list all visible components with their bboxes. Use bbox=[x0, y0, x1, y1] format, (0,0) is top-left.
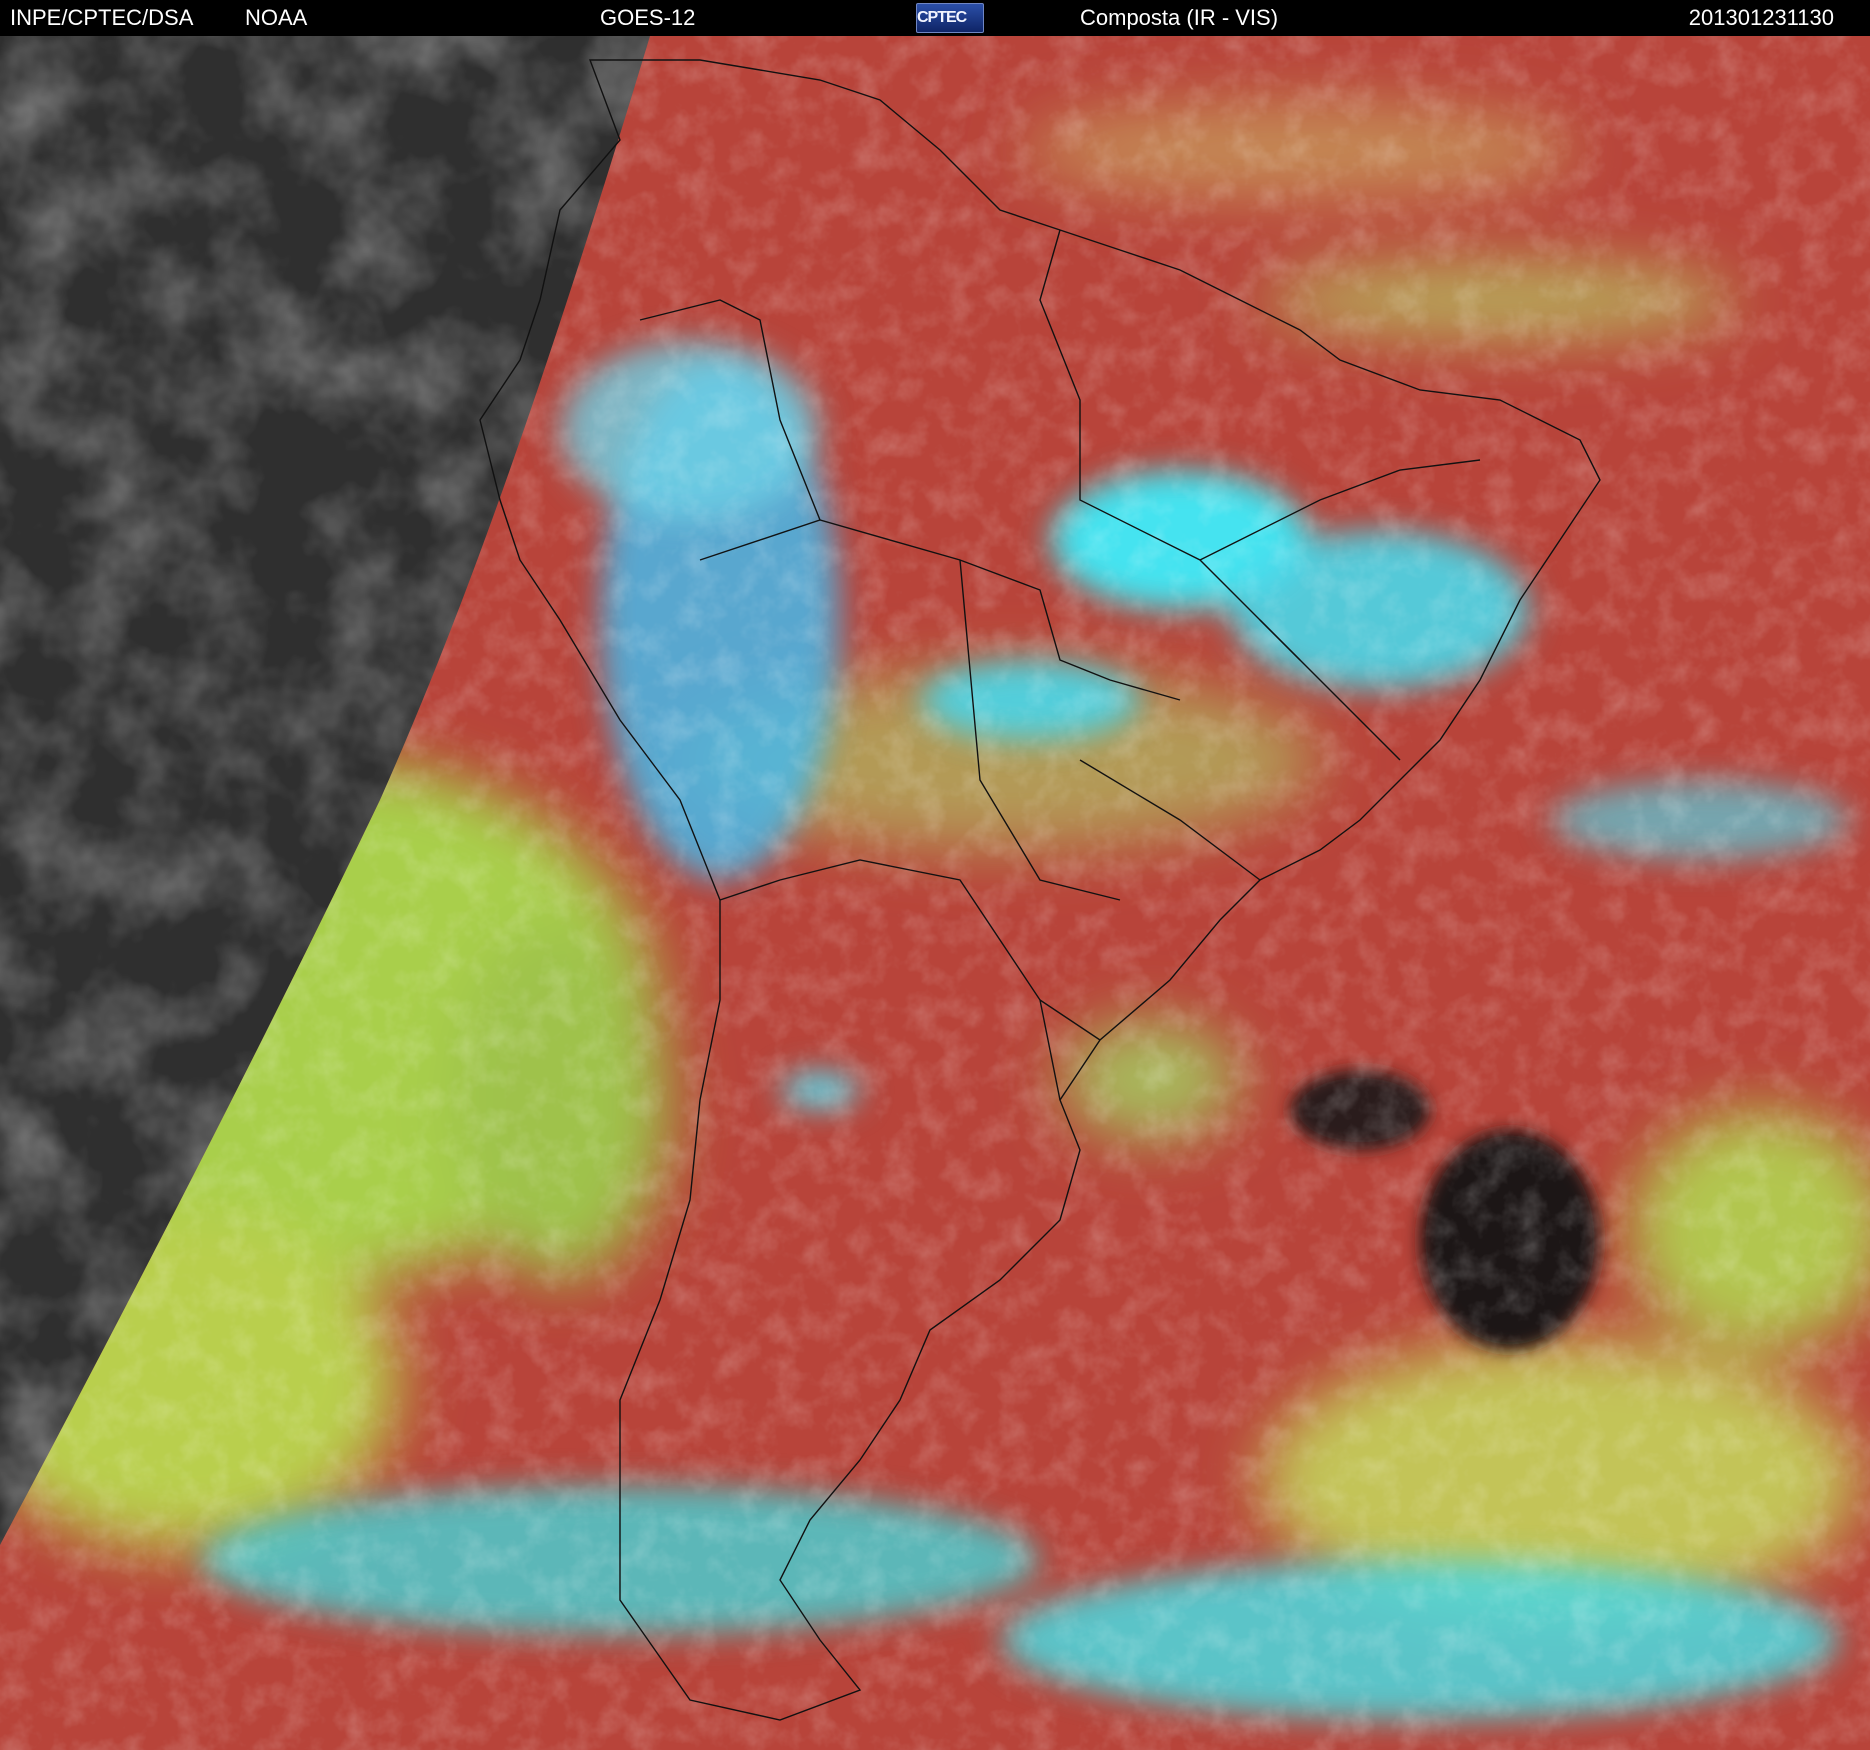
timestamp-label: 201301231130 bbox=[1688, 5, 1834, 30]
agency-label: NOAA bbox=[245, 5, 308, 30]
satellite-label: GOES-12 bbox=[600, 5, 696, 30]
product-label: Composta (IR - VIS) bbox=[1080, 5, 1279, 30]
organization-label: INPE/CPTEC/DSA bbox=[10, 5, 194, 30]
cptec-logo-icon: CPTEC bbox=[916, 3, 984, 33]
logo-text: CPTEC bbox=[917, 9, 967, 26]
image-header: INPE/CPTEC/DSA NOAA GOES-12 CPTEC Compos… bbox=[0, 0, 1870, 36]
satellite-image bbox=[0, 36, 1870, 1750]
